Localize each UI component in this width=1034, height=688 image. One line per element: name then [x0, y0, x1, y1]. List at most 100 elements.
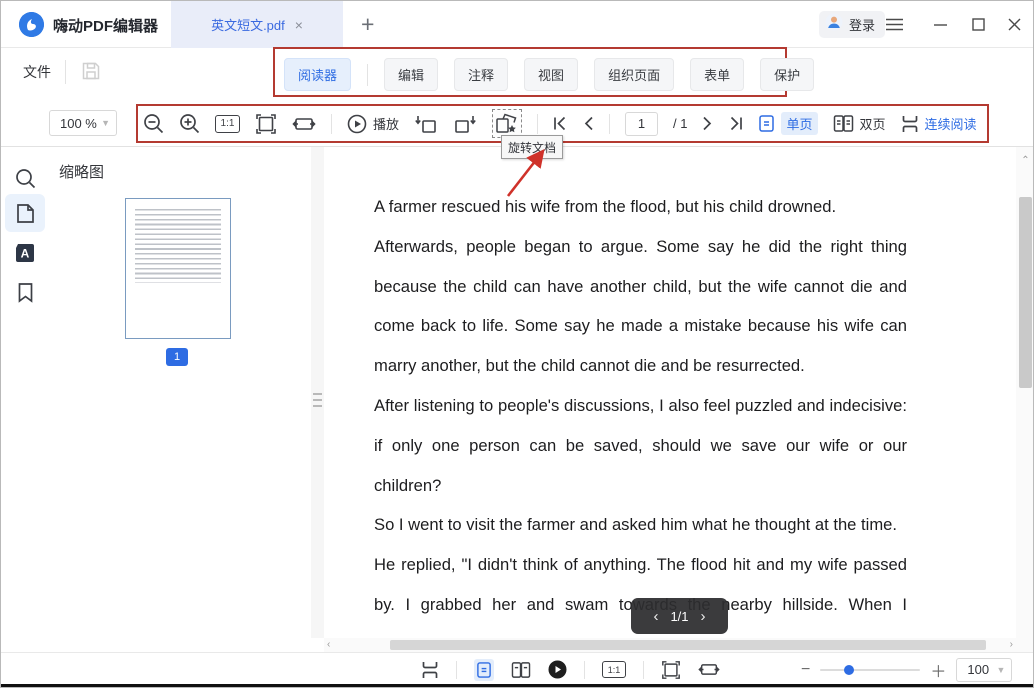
document-text-line: Afterwards, people began to argue. Some … — [374, 227, 907, 267]
page-number-input[interactable]: 1 — [625, 112, 658, 136]
zoom-slider-thumb[interactable] — [844, 665, 854, 675]
tab-edit[interactable]: 编辑 — [384, 58, 438, 91]
continuous-reading-label: 连续阅读 — [925, 114, 977, 133]
vertical-scrollbar[interactable]: ⌃ — [1016, 147, 1034, 652]
rotate-document-icon[interactable] — [492, 109, 522, 138]
continuous-reading-icon[interactable] — [421, 661, 439, 679]
fit-page-icon-bottom[interactable] — [661, 660, 681, 680]
fit-width-icon-bottom[interactable] — [698, 661, 720, 678]
app-title: 嗨动PDF编辑器 — [53, 15, 158, 36]
continuous-reading-button[interactable]: 连续阅读 — [901, 114, 977, 133]
chevron-down-icon: ▼ — [101, 118, 110, 128]
document-text-line: He replied, "I didn't think of anything.… — [374, 545, 907, 585]
horizontal-scroll-thumb[interactable] — [390, 640, 986, 650]
zoom-value-dropdown[interactable]: 100 ▼ — [956, 658, 1012, 682]
panel-splitter[interactable] — [311, 147, 324, 638]
zoom-in-icon[interactable] — [179, 113, 200, 134]
zoom-percent-value: 100 % — [60, 116, 97, 131]
tab-close-icon[interactable]: × — [295, 17, 303, 33]
sidebar-icon-rail: A — [1, 147, 49, 638]
play-slideshow-icon[interactable] — [548, 660, 567, 679]
divider — [643, 661, 644, 679]
scroll-up-icon[interactable]: ⌃ — [1016, 155, 1034, 166]
fit-width-icon[interactable] — [292, 115, 316, 133]
horizontal-scrollbar[interactable]: ‹ › — [324, 638, 1016, 652]
zoom-minus-icon[interactable]: − — [801, 661, 810, 679]
last-page-icon[interactable] — [728, 116, 743, 131]
fit-page-icon[interactable] — [255, 113, 277, 135]
pill-previous-icon[interactable]: ‹ — [653, 608, 658, 625]
document-tab[interactable]: 英文短文.pdf × — [171, 1, 343, 48]
zoom-value: 100 — [967, 662, 989, 677]
first-page-icon[interactable] — [553, 116, 568, 131]
pdf-editor-window: 嗨动PDF编辑器 英文短文.pdf × + 登录 — [0, 0, 1034, 688]
splitter-handle-icon[interactable] — [313, 393, 322, 407]
ribbon-tabs: 阅读器 编辑 注释 视图 组织页面 表单 保护 — [284, 58, 814, 91]
zoom-plus-icon[interactable]: ＋ — [930, 658, 946, 682]
zoom-percent-dropdown[interactable]: 100 % ▼ — [49, 110, 117, 136]
scroll-right-icon[interactable]: › — [1010, 638, 1013, 652]
rotate-left-icon[interactable] — [414, 113, 438, 135]
divider — [456, 661, 457, 679]
file-menu[interactable]: 文件 — [23, 62, 51, 82]
document-text-line: come back to life. Some say he made a mi… — [374, 306, 907, 346]
bottom-tools: 1:1 — [421, 656, 720, 683]
thumbnail-page-badge: 1 — [166, 348, 188, 366]
avatar-icon — [825, 13, 843, 36]
double-page-mode-button[interactable]: 双页 — [833, 114, 886, 133]
document-text-line: marry another, but the child cannot die … — [374, 346, 907, 386]
sidebar-item-bookmarks[interactable] — [5, 273, 45, 311]
maximize-button[interactable] — [967, 13, 989, 35]
thumbnail-panel-title: 缩略图 — [59, 161, 104, 182]
pill-page-indicator: 1/1 — [670, 609, 688, 624]
zoom-slider[interactable] — [820, 669, 920, 671]
sidebar-item-thumbnails[interactable] — [5, 194, 45, 232]
play-label: 播放 — [373, 114, 399, 133]
content-area: A 缩略图 1 A farmer rescued his wife from t… — [1, 147, 1034, 638]
divider — [609, 114, 610, 134]
divider — [65, 60, 66, 84]
document-text-line: After listening to people's discussions,… — [374, 386, 907, 426]
divider — [367, 64, 368, 86]
tab-protect[interactable]: 保护 — [760, 58, 814, 91]
actual-size-button[interactable]: 1:1 — [215, 115, 240, 133]
chevron-down-icon: ▼ — [996, 665, 1005, 675]
sidebar-item-text-comments[interactable]: A — [5, 234, 45, 272]
tab-annotate[interactable]: 注释 — [454, 58, 508, 91]
next-page-icon[interactable] — [702, 116, 713, 131]
scroll-left-icon[interactable]: ‹ — [327, 638, 330, 652]
pill-next-icon[interactable]: › — [701, 608, 706, 625]
tab-reader[interactable]: 阅读器 — [284, 58, 351, 91]
login-button[interactable]: 登录 — [819, 11, 885, 38]
page-thumbnail[interactable] — [125, 198, 231, 339]
bottom-toolbar: 1:1 − ＋ 100 ▼ — [1, 652, 1034, 685]
app-logo-icon — [19, 12, 44, 37]
double-page-icon[interactable] — [511, 661, 531, 679]
new-tab-button[interactable]: + — [361, 11, 374, 38]
zoom-out-icon[interactable] — [143, 113, 164, 134]
rotate-right-icon[interactable] — [453, 113, 477, 135]
single-page-mode-button[interactable]: 单页 — [758, 112, 817, 135]
tab-view[interactable]: 视图 — [524, 58, 578, 91]
minimize-button[interactable] — [929, 13, 951, 35]
svg-text:A: A — [21, 247, 30, 261]
menu-hamburger-icon[interactable] — [883, 13, 905, 35]
tab-form[interactable]: 表单 — [690, 58, 744, 91]
close-button[interactable] — [1003, 13, 1025, 35]
document-text-line: because the child can have another child… — [374, 267, 907, 307]
document-text-line: children? — [374, 466, 907, 506]
previous-page-icon[interactable] — [583, 116, 594, 131]
zoom-control: − ＋ 100 ▼ — [801, 656, 1012, 683]
tab-organize-pages[interactable]: 组织页面 — [594, 58, 674, 91]
play-button[interactable]: 播放 — [347, 114, 399, 134]
search-icon[interactable] — [5, 159, 45, 197]
save-icon[interactable] — [81, 61, 101, 86]
actual-size-button-bottom[interactable]: 1:1 — [602, 661, 626, 678]
rotate-document-tooltip: 旋转文档 — [501, 135, 563, 159]
vertical-scroll-thumb[interactable] — [1019, 197, 1032, 388]
login-label: 登录 — [849, 15, 875, 34]
document-lines: A farmer rescued his wife from the flood… — [374, 187, 907, 625]
divider — [537, 114, 538, 134]
document-viewport[interactable]: A farmer rescued his wife from the flood… — [324, 147, 1016, 638]
single-page-icon[interactable] — [474, 659, 494, 681]
